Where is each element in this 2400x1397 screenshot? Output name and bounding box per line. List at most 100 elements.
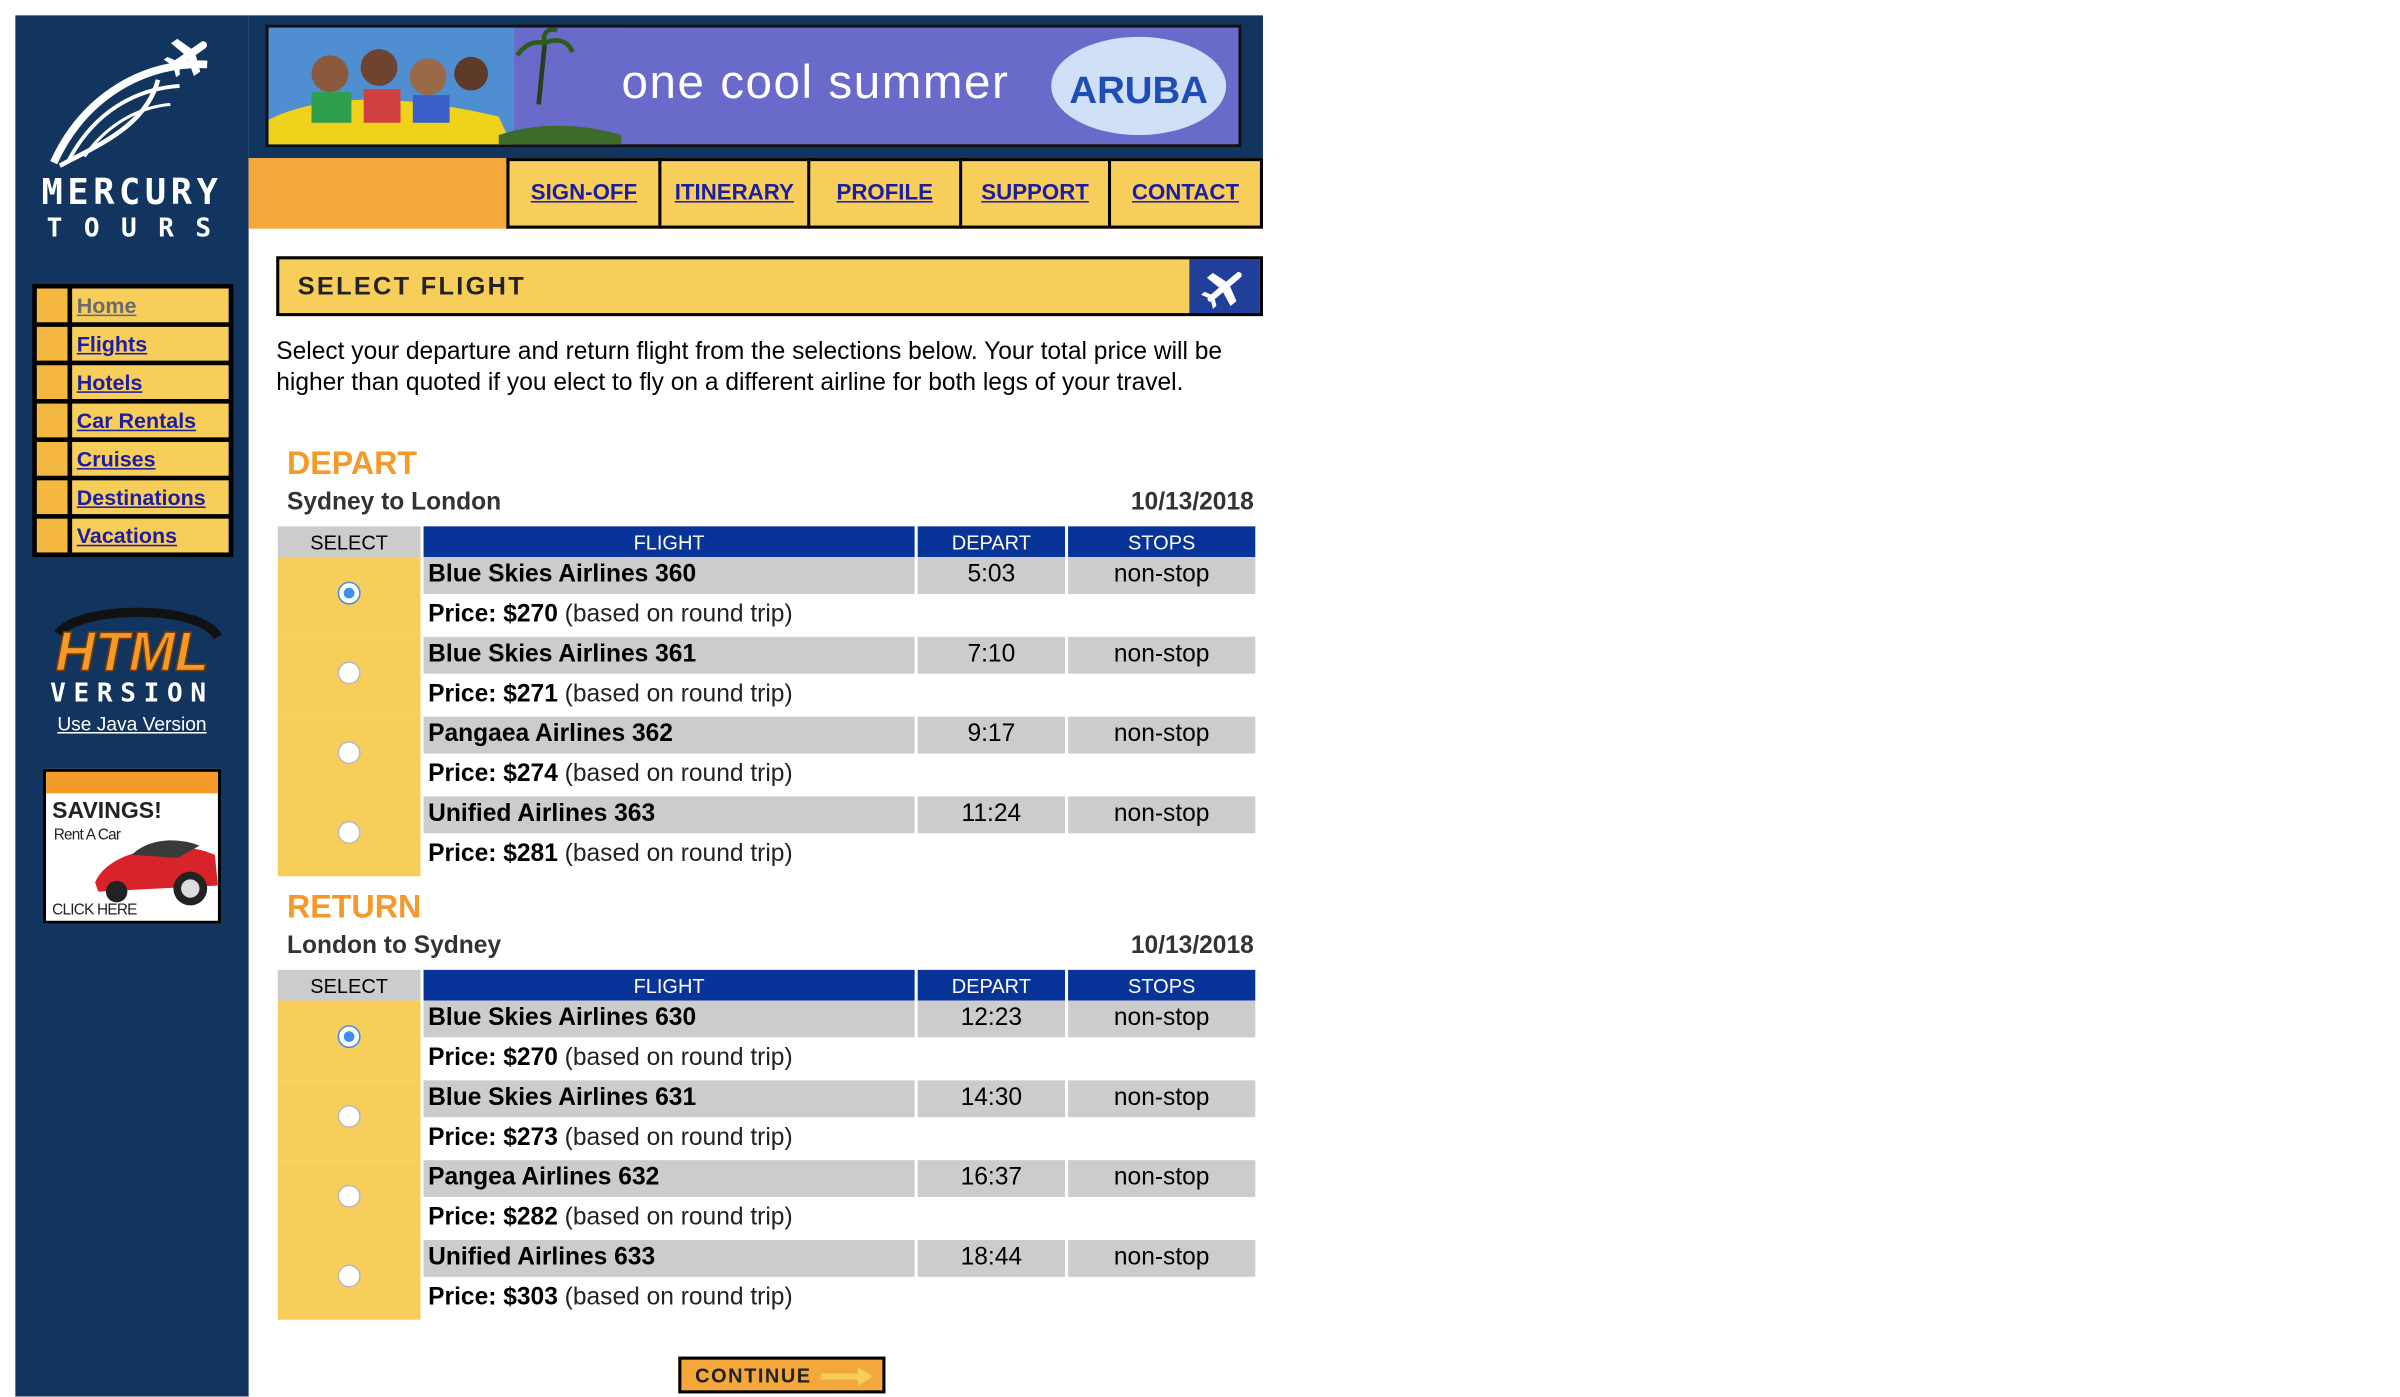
depart-label: DEPART <box>286 446 418 482</box>
sidebar-item-vacations[interactable]: Vacations <box>36 518 229 553</box>
depart-time: 9:17 <box>917 716 1066 754</box>
price-note: (based on round trip) <box>564 1124 793 1151</box>
flight-radio[interactable] <box>337 821 361 845</box>
price-row: Price: $282 (based on round trip) <box>278 1197 1256 1240</box>
column-header-flight: FLIGHT <box>423 526 915 558</box>
rent-a-car-ad[interactable]: SAVINGS! Rent A Car CLICK HERE <box>42 768 221 924</box>
flight-radio[interactable] <box>337 1184 361 1208</box>
column-header-stops: STOPS <box>1068 969 1256 1001</box>
select-cell <box>277 1239 421 1320</box>
stops: non-stop <box>1068 716 1256 754</box>
sidebar-item-hotels[interactable]: Hotels <box>36 365 229 399</box>
stops: non-stop <box>1068 1160 1256 1197</box>
flight-radio[interactable] <box>337 1025 361 1049</box>
depart-time: 14:30 <box>917 1080 1066 1118</box>
flight-name: Pangea Airlines 632 <box>423 1160 915 1197</box>
page: MERCURY TOURS Home Flights Hotels Car Re… <box>0 0 2400 1397</box>
price-note: (based on round trip) <box>564 1284 793 1311</box>
banner-text: one cool summer <box>621 55 1010 109</box>
stops: non-stop <box>1068 636 1256 674</box>
stops: non-stop <box>1068 796 1256 834</box>
depart-time: 11:24 <box>917 796 1066 834</box>
sidebar-nav: Home Flights Hotels Car Rentals Cruises … <box>32 283 234 558</box>
red-car-icon <box>95 840 218 906</box>
flight-row: Blue Skies Airlines 631 14:30 non-stop <box>277 1080 1256 1161</box>
table-header-row: SELECT FLIGHT DEPART STOPS <box>277 526 1256 558</box>
airplane-icon <box>1201 272 1242 309</box>
depart-route: Sydney to London <box>286 489 502 516</box>
column-header-flight: FLIGHT <box>423 969 915 1001</box>
price-value: $281 <box>503 840 558 868</box>
price-row: Price: $270 (based on round trip) <box>278 1037 1256 1080</box>
price-label: Price: <box>428 1045 497 1072</box>
return-route: London to Sydney <box>286 933 502 960</box>
flight-radio[interactable] <box>337 1104 361 1128</box>
sidebar-item-label[interactable]: Hotels <box>72 365 229 399</box>
flight-row: Unified Airlines 633 18:44 non-stop <box>277 1239 1256 1320</box>
sidebar-item-home[interactable]: Home <box>36 288 229 323</box>
continue-button[interactable]: CONTINUE <box>678 1356 886 1394</box>
sidebar-item-label[interactable]: Destinations <box>72 480 229 515</box>
tab-support[interactable]: SUPPORT <box>959 158 1108 229</box>
column-header-depart: DEPART <box>917 526 1066 558</box>
price-row: Price: $273 (based on round trip) <box>278 1117 1256 1160</box>
depart-time: 16:37 <box>917 1160 1066 1197</box>
price-row: Price: $274 (based on round trip) <box>278 753 1256 796</box>
column-header-depart: DEPART <box>917 969 1066 1001</box>
flight-name: Blue Skies Airlines 631 <box>423 1080 915 1118</box>
tab-profile[interactable]: PROFILE <box>807 158 960 229</box>
select-cell <box>277 636 421 717</box>
flight-radio[interactable] <box>337 741 361 765</box>
stops: non-stop <box>1068 1239 1256 1277</box>
depart-time: 12:23 <box>917 1000 1066 1038</box>
select-cell <box>277 716 421 797</box>
ad-banner[interactable]: one cool summer ARUBA <box>265 24 1242 148</box>
select-cell <box>277 796 421 877</box>
mercury-logo-icon <box>50 38 208 168</box>
flight-name: Unified Airlines 363 <box>423 796 915 834</box>
page-title-bar: SELECT FLIGHT <box>276 256 1263 317</box>
price-cell: Price: $270 (based on round trip) <box>424 594 1256 637</box>
sidebar-item-label[interactable]: Vacations <box>72 518 229 553</box>
price-note: (based on round trip) <box>564 761 793 788</box>
aruba-logo: ARUBA <box>1051 36 1227 136</box>
price-cell: Price: $281 (based on round trip) <box>424 833 1256 876</box>
sidebar-item-label[interactable]: Car Rentals <box>72 403 229 438</box>
return-flights-table: SELECT FLIGHT DEPART STOPS Blue Skies Ai… <box>275 969 1259 1320</box>
html-version-line2: VERSION <box>50 678 214 707</box>
flight-radio[interactable] <box>337 1264 361 1288</box>
use-java-version-link[interactable]: Use Java Version <box>15 714 248 735</box>
price-label: Price: <box>428 1204 497 1231</box>
price-cell: Price: $271 (based on round trip) <box>424 674 1256 717</box>
html-version-line1: HTML <box>55 621 208 683</box>
sidebar-item-cruises[interactable]: Cruises <box>36 441 229 476</box>
price-cell: Price: $303 (based on round trip) <box>424 1277 1256 1320</box>
intro-text: Select your departure and return flight … <box>276 339 1223 396</box>
html-version-badge: HTML VERSION <box>50 607 222 707</box>
sidebar-item-label[interactable]: Flights <box>72 326 229 361</box>
tab-sign-off[interactable]: SIGN-OFF <box>506 158 659 229</box>
sidebar-item-label[interactable]: Cruises <box>72 441 229 476</box>
price-value: $273 <box>503 1124 558 1151</box>
price-row: Price: $303 (based on round trip) <box>278 1277 1256 1320</box>
stops: non-stop <box>1068 557 1256 594</box>
stops: non-stop <box>1068 1080 1256 1118</box>
sidebar-item-label[interactable]: Home <box>72 288 229 323</box>
tab-contact[interactable]: CONTACT <box>1107 158 1263 229</box>
logo-line1: MERCURY <box>41 173 223 214</box>
price-note: (based on round trip) <box>564 681 793 708</box>
flight-radio[interactable] <box>337 581 361 605</box>
price-value: $270 <box>503 601 558 628</box>
sidebar-item-destinations[interactable]: Destinations <box>36 480 229 515</box>
flight-name: Blue Skies Airlines 361 <box>423 636 915 674</box>
sidebar-item-car-rentals[interactable]: Car Rentals <box>36 403 229 438</box>
column-header-select: SELECT <box>277 526 421 558</box>
price-cell: Price: $273 (based on round trip) <box>424 1117 1256 1160</box>
sidebar-item-flights[interactable]: Flights <box>36 326 229 361</box>
flight-row: Pangea Airlines 632 16:37 non-stop <box>277 1160 1256 1240</box>
tab-itinerary[interactable]: ITINERARY <box>658 158 808 229</box>
price-value: $282 <box>503 1204 558 1231</box>
price-label: Price: <box>428 761 497 788</box>
flight-radio[interactable] <box>337 661 361 685</box>
price-value: $271 <box>503 681 558 708</box>
